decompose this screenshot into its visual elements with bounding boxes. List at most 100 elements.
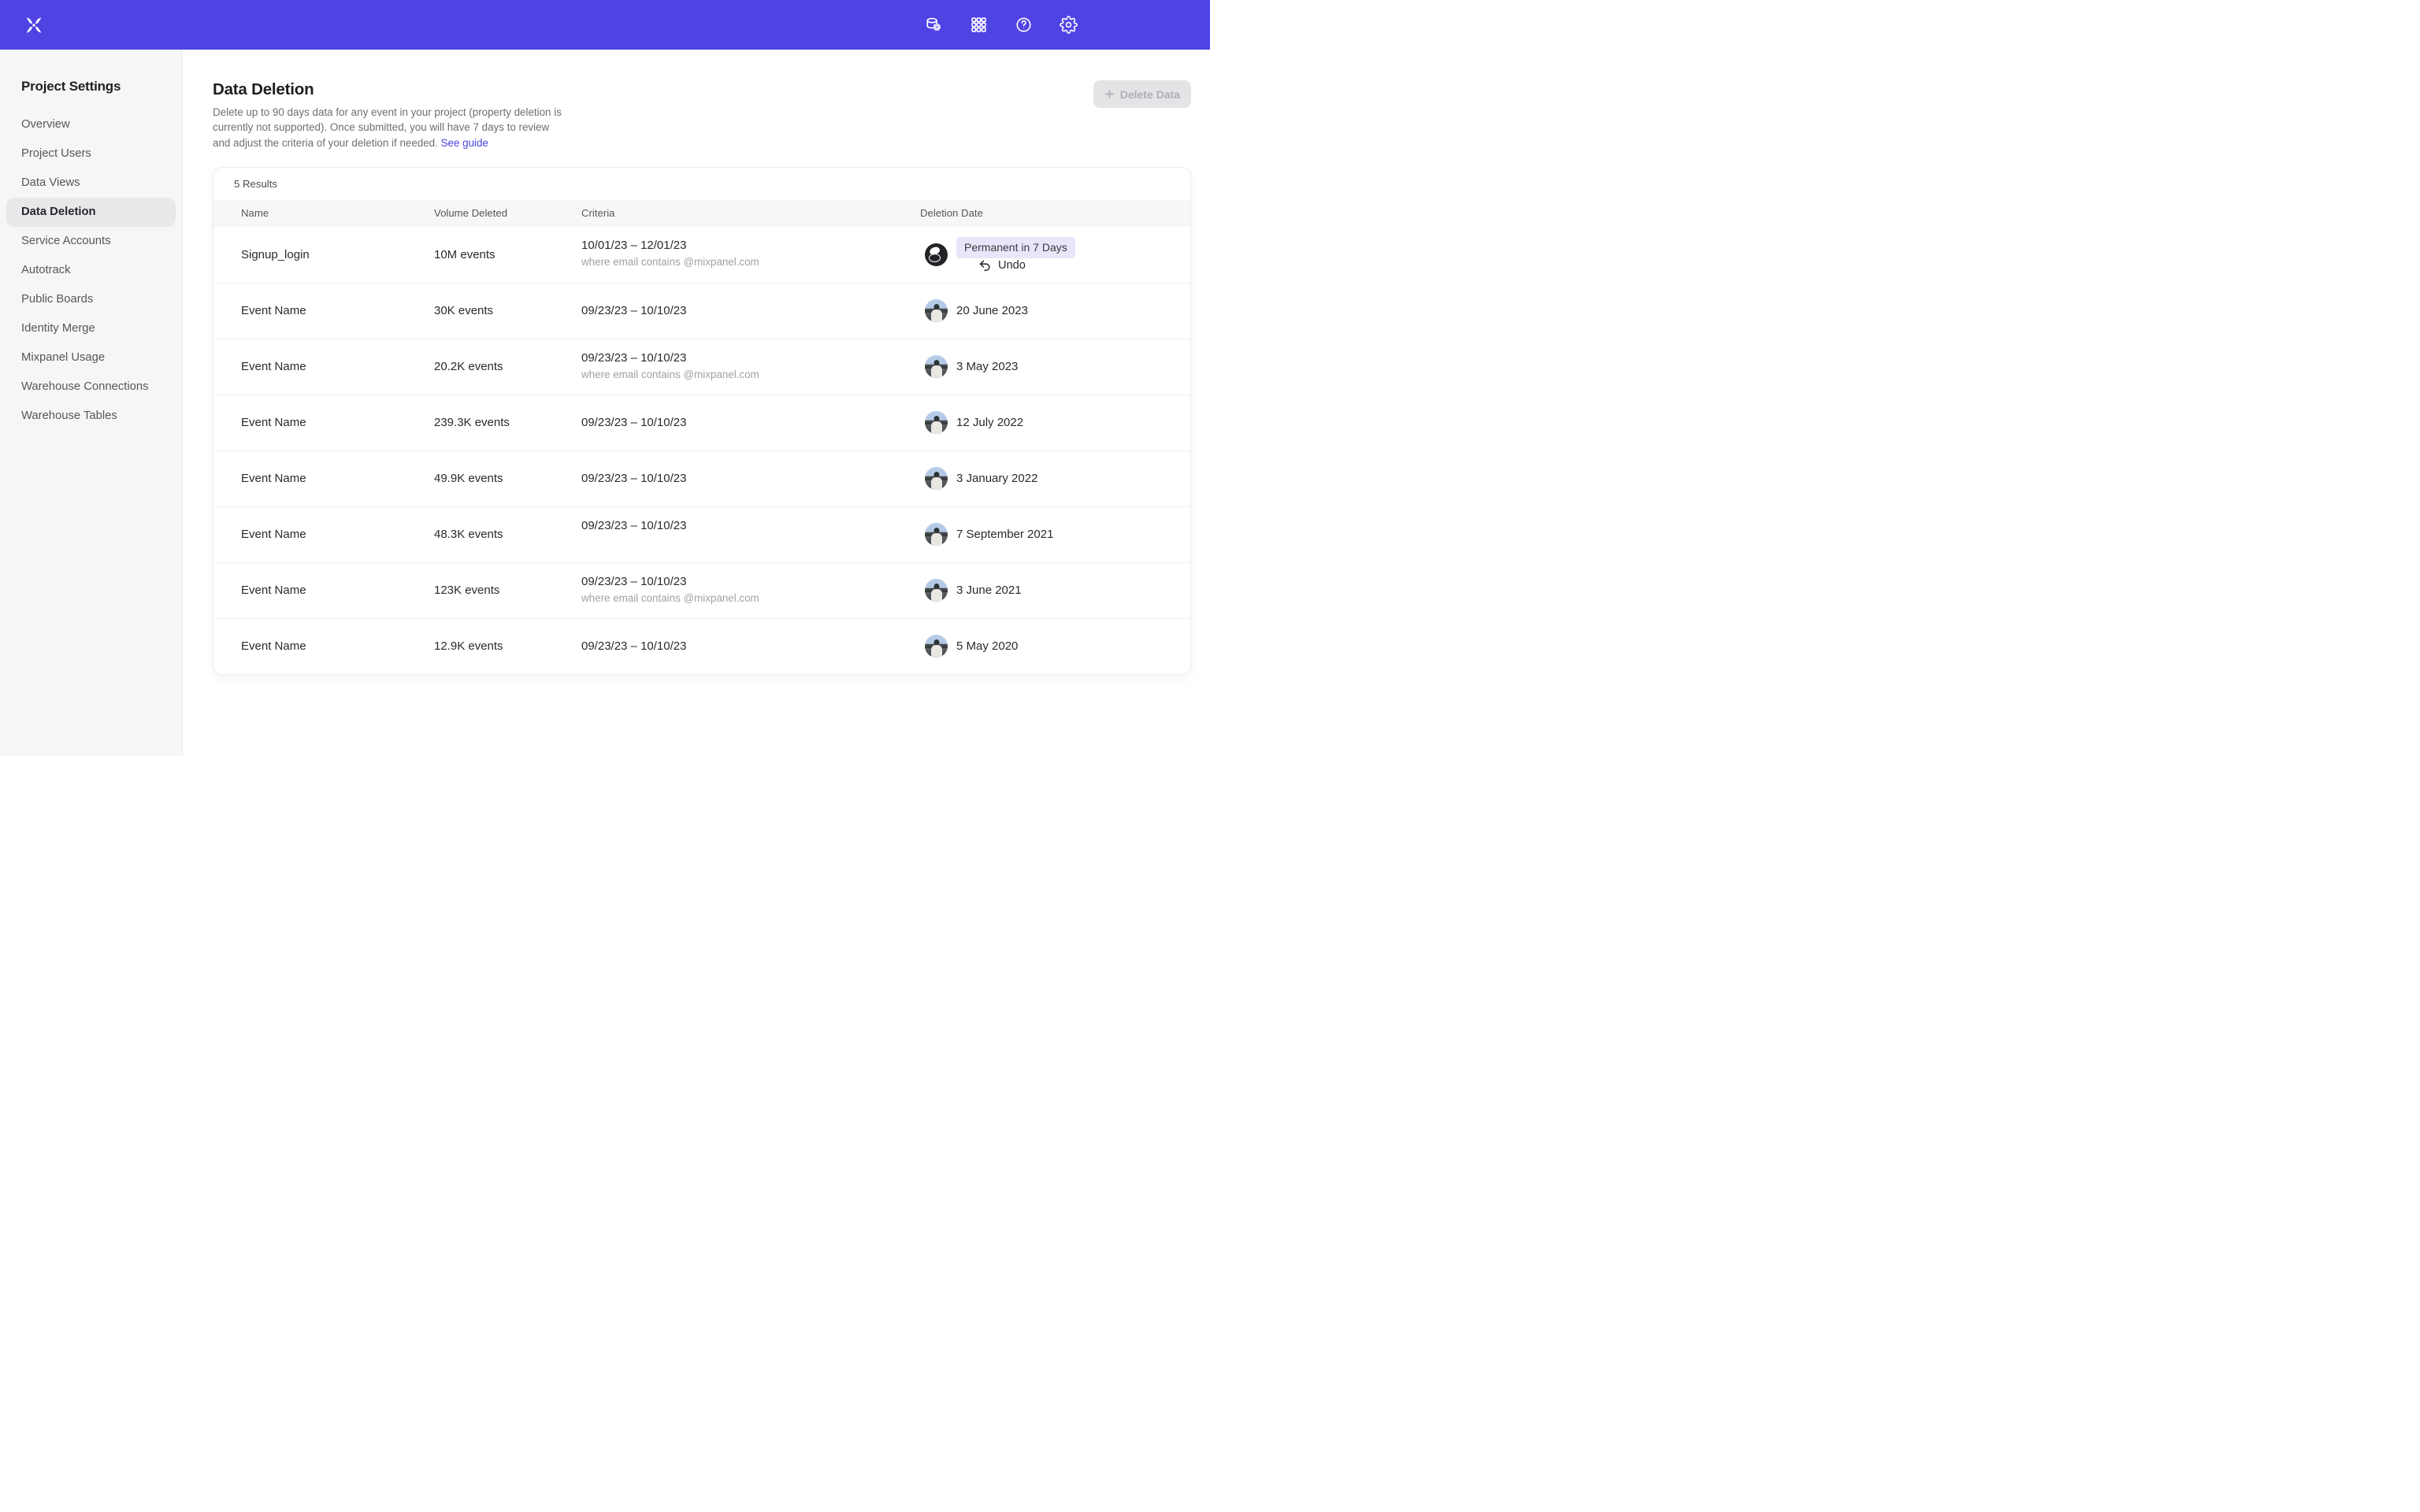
row-criteria-range: 09/23/23 – 10/10/23: [581, 519, 920, 532]
table-row: Event Name123K events09/23/23 – 10/10/23…: [213, 562, 1190, 618]
row-criteria-range: 10/01/23 – 12/01/23: [581, 239, 920, 252]
photo-avatar: [925, 523, 948, 546]
sidebar-item-autotrack[interactable]: Autotrack: [0, 256, 182, 285]
row-volume: 48.3K events: [434, 528, 581, 541]
row-criteria: 09/23/23 – 10/10/23: [581, 519, 920, 550]
delete-data-label: Delete Data: [1120, 88, 1180, 101]
plus-icon: [1104, 89, 1115, 99]
row-criteria: 10/01/23 – 12/01/23 where email contains …: [581, 239, 920, 270]
page-description-text: Delete up to 90 days data for any event …: [213, 106, 562, 149]
sidebar: Project Settings OverviewProject UsersDa…: [0, 50, 183, 756]
table-header: Name Volume Deleted Criteria Deletion Da…: [213, 200, 1190, 227]
row-volume: 49.9K events: [434, 472, 581, 485]
row-criteria-filter: where email contains @mixpanel.com: [581, 256, 920, 270]
sidebar-item-mixpanel-usage[interactable]: Mixpanel Usage: [0, 343, 182, 372]
deletion-date: 3 May 2023: [956, 360, 1018, 373]
row-name: Event Name: [241, 472, 434, 485]
deletion-content: 5 May 2020: [956, 639, 1018, 653]
column-header-volume: Volume Deleted: [434, 207, 581, 219]
apps-grid-icon[interactable]: [970, 16, 988, 34]
row-criteria-range: 09/23/23 – 10/10/23: [581, 416, 920, 429]
photo-avatar: [925, 355, 948, 378]
table-body: Signup_login10M events10/01/23 – 12/01/2…: [213, 227, 1190, 674]
row-name: Signup_login: [241, 248, 434, 261]
row-name: Event Name: [241, 416, 434, 429]
row-criteria: 09/23/23 – 10/10/23: [581, 416, 920, 429]
table-row: Event Name12.9K events09/23/23 – 10/10/2…: [213, 618, 1190, 674]
page-description: Delete up to 90 days data for any event …: [213, 105, 569, 150]
app-window: Project Settings OverviewProject UsersDa…: [0, 0, 1210, 756]
delete-data-button[interactable]: Delete Data: [1093, 80, 1191, 108]
row-criteria: 09/23/23 – 10/10/23where email contains …: [581, 575, 920, 606]
row-name: Event Name: [241, 360, 434, 373]
row-criteria: 09/23/23 – 10/10/23: [581, 304, 920, 317]
sidebar-item-project-users[interactable]: Project Users: [0, 139, 182, 169]
row-criteria-range: 09/23/23 – 10/10/23: [581, 639, 920, 653]
row-volume: 20.2K events: [434, 360, 581, 373]
photo-avatar: [925, 299, 948, 322]
sidebar-item-warehouse-tables[interactable]: Warehouse Tables: [0, 402, 182, 431]
sidebar-item-data-views[interactable]: Data Views: [0, 169, 182, 198]
row-volume: 12.9K events: [434, 639, 581, 653]
row-deletion-date: 7 September 2021: [920, 523, 1190, 546]
topbar: [0, 0, 1210, 50]
row-criteria-range: 09/23/23 – 10/10/23: [581, 472, 920, 485]
undo-icon: [978, 258, 992, 272]
deletion-content: Permanent in 7 DaysUndo: [956, 237, 1075, 272]
sidebar-item-public-boards[interactable]: Public Boards: [0, 285, 182, 314]
deletion-date: 12 July 2022: [956, 416, 1023, 429]
undo-button[interactable]: Undo: [978, 258, 1026, 272]
deletion-content: 12 July 2022: [956, 416, 1023, 429]
column-header-criteria: Criteria: [581, 207, 920, 219]
row-volume: 239.3K events: [434, 416, 581, 429]
photo-avatar: [925, 579, 948, 602]
row-deletion-date: 3 June 2021: [920, 579, 1190, 602]
photo-avatar: [925, 411, 948, 434]
see-guide-link[interactable]: See guide: [441, 137, 488, 149]
sidebar-item-warehouse-connections[interactable]: Warehouse Connections: [0, 372, 182, 402]
results-count: 5 Results: [213, 168, 1190, 200]
deletion-date: 20 June 2023: [956, 304, 1028, 317]
row-criteria-range: 09/23/23 – 10/10/23: [581, 351, 920, 365]
undo-label: Undo: [998, 259, 1026, 272]
table-row: Event Name48.3K events09/23/23 – 10/10/2…: [213, 506, 1190, 562]
sidebar-item-data-deletion[interactable]: Data Deletion: [6, 198, 176, 227]
row-deletion-date: 3 January 2022: [920, 467, 1190, 490]
data-management-icon[interactable]: [925, 16, 943, 34]
row-name: Event Name: [241, 584, 434, 597]
deletion-content: 3 June 2021: [956, 584, 1022, 597]
sidebar-item-identity-merge[interactable]: Identity Merge: [0, 314, 182, 343]
row-deletion-date: Permanent in 7 DaysUndo: [920, 237, 1190, 272]
deletion-date: 5 May 2020: [956, 639, 1018, 653]
row-deletion-date: 12 July 2022: [920, 411, 1190, 434]
table-row: Event Name239.3K events09/23/23 – 10/10/…: [213, 395, 1190, 450]
table-row: Signup_login10M events10/01/23 – 12/01/2…: [213, 227, 1190, 283]
column-header-name: Name: [241, 207, 434, 219]
table-row: Event Name49.9K events09/23/23 – 10/10/2…: [213, 450, 1190, 506]
settings-gear-icon[interactable]: [1060, 16, 1078, 34]
sidebar-item-overview[interactable]: Overview: [0, 110, 182, 139]
row-volume: 10M events: [434, 248, 581, 261]
main-content: Data Deletion Delete up to 90 days data …: [183, 50, 1210, 756]
deletion-date: 3 January 2022: [956, 472, 1037, 485]
deletion-status-badge: Permanent in 7 Days: [956, 237, 1075, 258]
row-volume: 30K events: [434, 304, 581, 317]
sidebar-item-service-accounts[interactable]: Service Accounts: [0, 227, 182, 256]
row-deletion-date: 5 May 2020: [920, 635, 1190, 658]
row-criteria-filter: where email contains @mixpanel.com: [581, 369, 920, 383]
row-deletion-date: 3 May 2023: [920, 355, 1190, 378]
row-criteria: 09/23/23 – 10/10/23: [581, 639, 920, 653]
mixpanel-logo-icon[interactable]: [24, 16, 43, 35]
deletion-content: 3 May 2023: [956, 360, 1018, 373]
sketch-avatar: [925, 243, 948, 266]
deletion-date: 3 June 2021: [956, 584, 1022, 597]
deletion-content: 7 September 2021: [956, 528, 1053, 541]
row-criteria: 09/23/23 – 10/10/23 where email contains …: [581, 351, 920, 383]
topbar-icons: [925, 16, 1078, 34]
row-criteria-range: 09/23/23 – 10/10/23: [581, 304, 920, 317]
help-icon[interactable]: [1015, 16, 1033, 34]
page-header: Data Deletion Delete up to 90 days data …: [213, 80, 1191, 150]
deletions-card: 5 Results Name Volume Deleted Criteria D…: [213, 167, 1191, 675]
row-criteria-filter: where email contains @mixpanel.com: [581, 592, 920, 606]
table-row: Event Name30K events09/23/23 – 10/10/232…: [213, 283, 1190, 339]
